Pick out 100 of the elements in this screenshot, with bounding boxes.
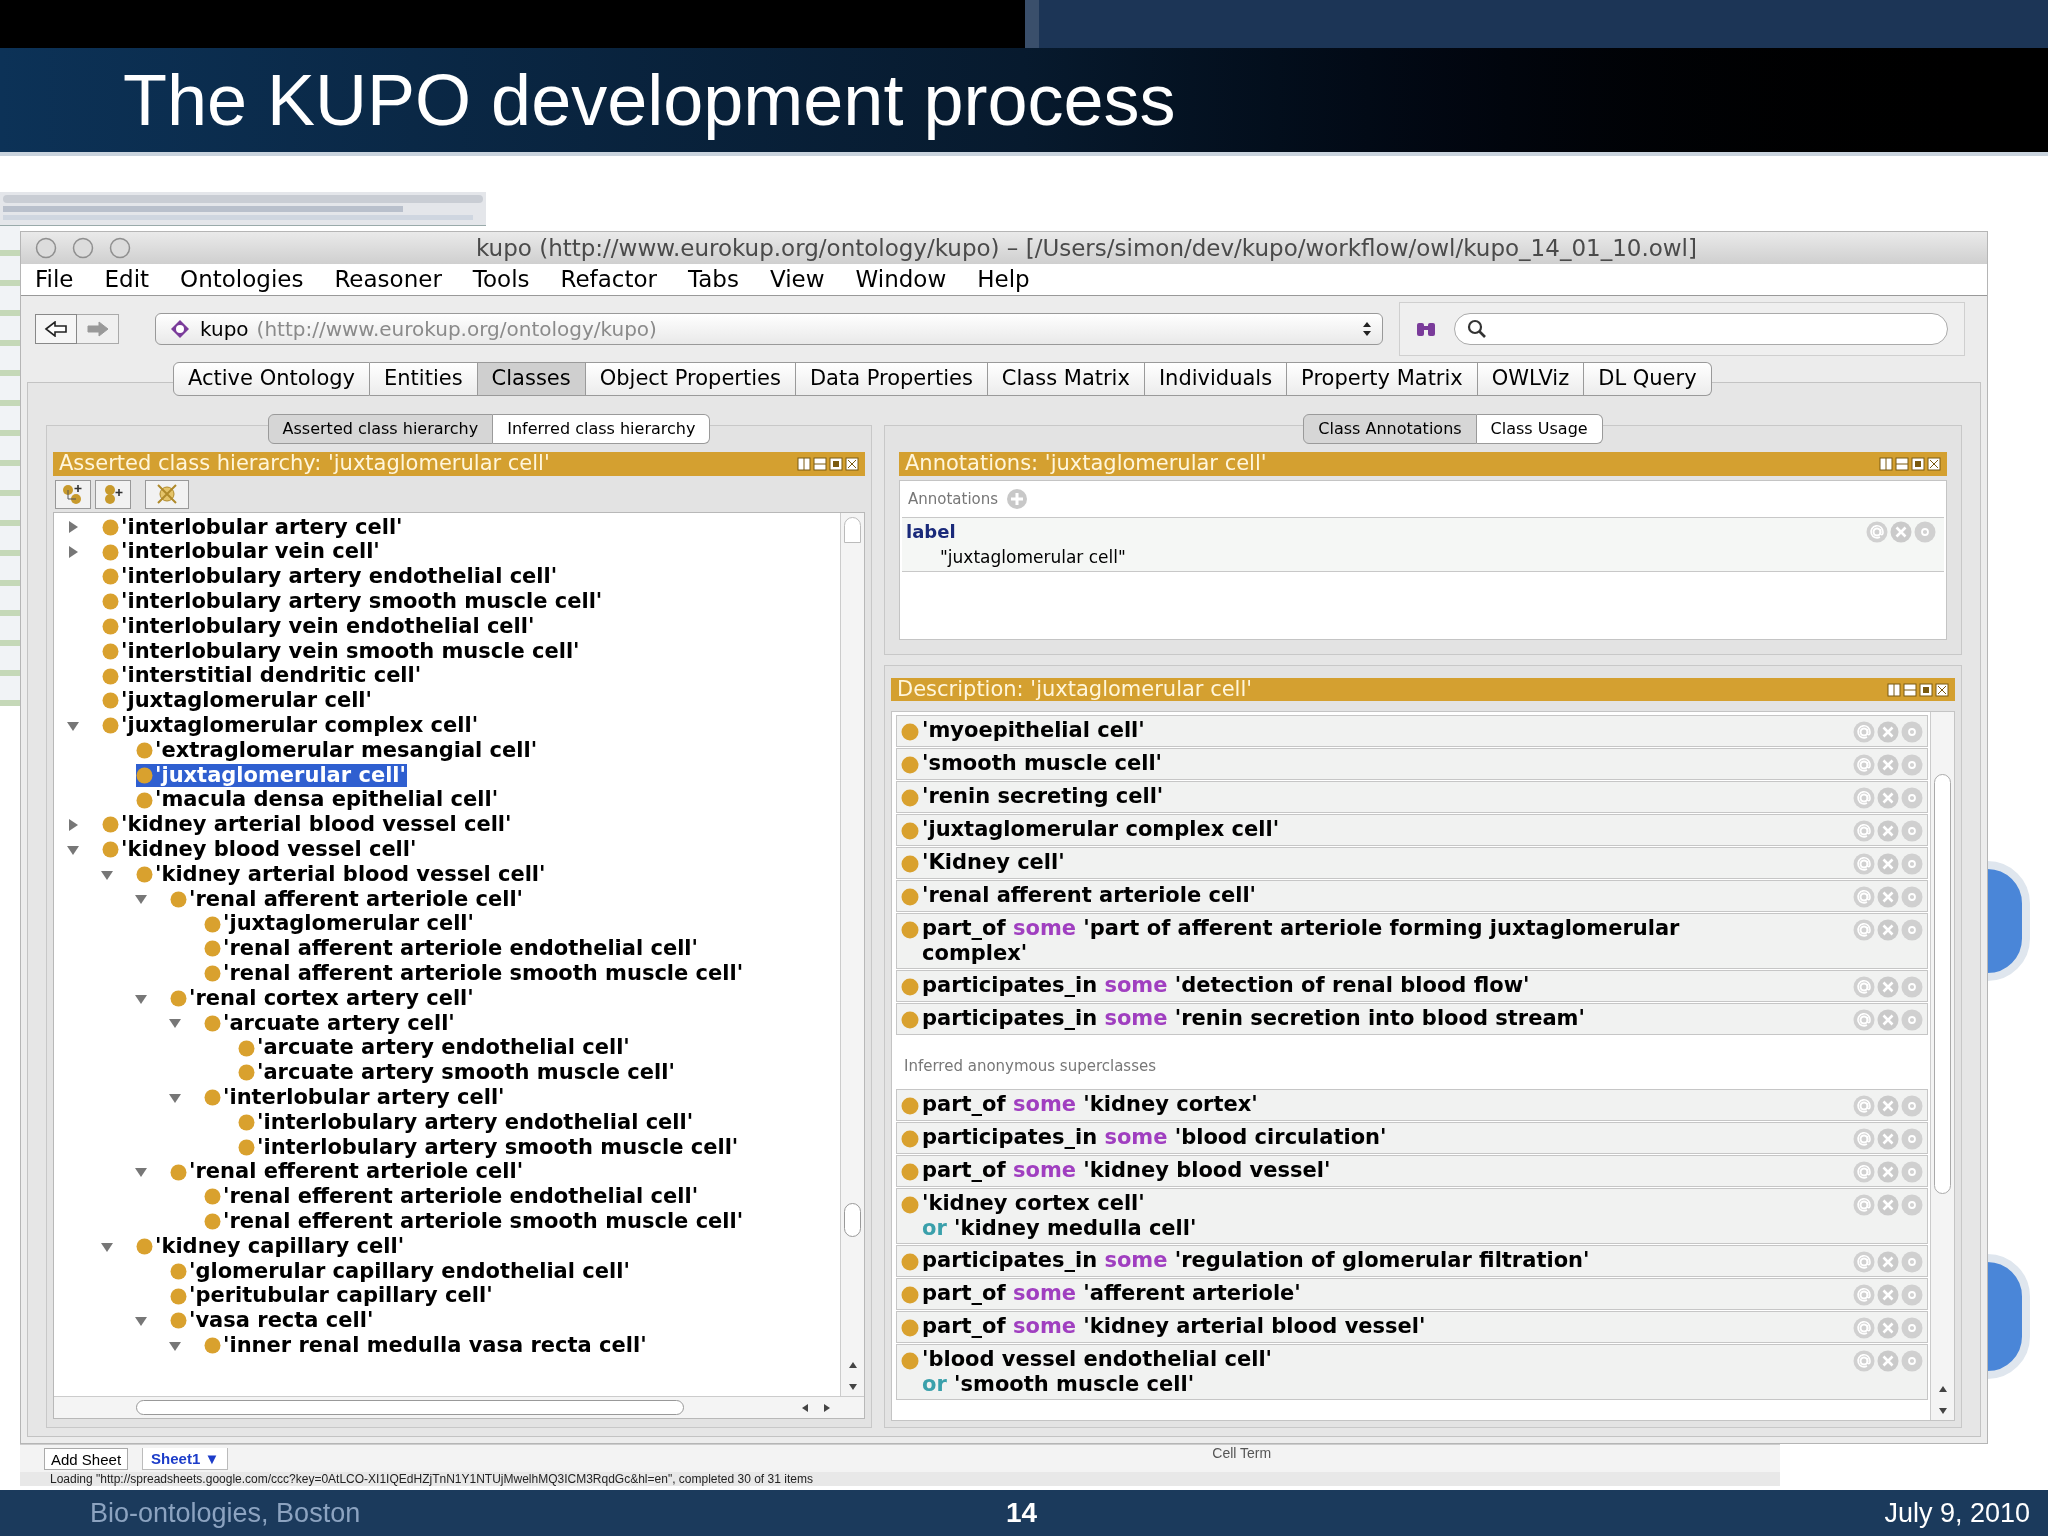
description-row[interactable]: 'kidney cortex cell' or 'kidney medulla cell' [896, 1188, 1928, 1244]
annotation-icon[interactable] [1853, 1194, 1875, 1216]
edit-icon[interactable] [1901, 1251, 1923, 1273]
annotation-icon[interactable] [1853, 853, 1875, 875]
tree-item[interactable]: 'renal cortex artery cell' [170, 987, 475, 1011]
delete-icon[interactable] [1877, 886, 1899, 908]
horizontal-scrollbar[interactable] [54, 1396, 864, 1418]
menu-item[interactable]: File [35, 262, 74, 297]
sheet-tab[interactable]: Sheet1 ▼ [142, 1447, 229, 1470]
edit-icon[interactable] [1901, 1350, 1923, 1372]
edit-icon[interactable] [1901, 1128, 1923, 1150]
view-tab[interactable]: Class Usage [1476, 414, 1603, 444]
scrollbar-thumb[interactable] [1934, 774, 1951, 1194]
menu-item[interactable]: Ontologies [180, 262, 304, 297]
view-tab[interactable]: Asserted class hierarchy [267, 414, 494, 444]
delete-icon[interactable] [1877, 1317, 1899, 1339]
tree-item[interactable]: 'interlobular vein cell' [102, 540, 381, 564]
annotation-icon[interactable] [1853, 1251, 1875, 1273]
menu-item[interactable]: View [769, 262, 825, 297]
tree-item[interactable]: 'renal efferent arteriole smooth muscle cell' [204, 1210, 745, 1234]
delete-icon[interactable] [1877, 919, 1899, 941]
description-row[interactable]: 'renin secreting cell' [896, 781, 1928, 813]
back-button[interactable] [35, 314, 77, 344]
binoculars-icon[interactable] [1416, 320, 1436, 338]
edit-icon[interactable] [1901, 976, 1923, 998]
menu-item[interactable]: Tools [472, 262, 530, 297]
tree-item[interactable]: 'interlobulary artery endothelial cell' [102, 565, 559, 589]
edit-icon[interactable] [1901, 820, 1923, 842]
delete-icon[interactable] [1877, 1194, 1899, 1216]
tree-item[interactable]: 'juxtaglomerular cell' [204, 912, 475, 936]
delete-class-button[interactable] [145, 479, 189, 509]
tree-item[interactable]: 'arcuate artery cell' [204, 1011, 456, 1035]
collapsed-arrow-icon[interactable] [66, 520, 80, 535]
tab[interactable]: Class Matrix [987, 362, 1145, 396]
tree-item[interactable]: 'juxtaglomerular cell' [136, 763, 407, 787]
edit-icon[interactable] [1901, 919, 1923, 941]
delete-icon[interactable] [1877, 1128, 1899, 1150]
tree-item[interactable]: 'juxtaglomerular cell' [102, 689, 373, 713]
annotation-icon[interactable] [1853, 919, 1875, 941]
tree-item[interactable]: 'interlobulary artery smooth muscle cell' [238, 1135, 740, 1159]
tree-item[interactable]: 'interlobulary artery smooth muscle cell' [102, 590, 604, 614]
view-tab[interactable]: Class Annotations [1303, 414, 1477, 444]
annotation-icon[interactable] [1853, 1161, 1875, 1183]
tree-item[interactable]: 'interlobular artery cell' [204, 1086, 506, 1110]
annotation-icon[interactable] [1853, 1095, 1875, 1117]
description-row[interactable]: 'smooth muscle cell' [896, 748, 1928, 780]
tree-item[interactable]: 'interstitial dendritic cell' [102, 664, 423, 688]
vertical-scrollbar[interactable] [1930, 712, 1954, 1420]
tab[interactable]: DL Query [1584, 362, 1712, 396]
tree-item[interactable]: 'kidney arterial blood vessel cell' [136, 863, 547, 887]
tree-item[interactable]: 'arcuate artery endothelial cell' [238, 1036, 631, 1060]
menu-item[interactable]: Reasoner [334, 262, 442, 297]
edit-icon[interactable] [1901, 1161, 1923, 1183]
delete-icon[interactable] [1877, 787, 1899, 809]
delete-icon[interactable] [1890, 521, 1912, 543]
edit-icon[interactable] [1901, 853, 1923, 875]
delete-icon[interactable] [1877, 1350, 1899, 1372]
search-field[interactable] [1454, 313, 1948, 345]
close-window-icon[interactable] [35, 237, 57, 259]
annotation-icon[interactable] [1853, 1350, 1875, 1372]
tree-item[interactable]: 'arcuate artery smooth muscle cell' [238, 1061, 676, 1085]
add-sibling-button[interactable] [95, 479, 131, 509]
minimize-window-icon[interactable] [72, 237, 94, 259]
tree-item[interactable]: 'interlobulary vein smooth muscle cell' [102, 639, 581, 663]
add-icon[interactable] [1006, 488, 1029, 510]
edit-icon[interactable] [1901, 754, 1923, 776]
view-controls-icon[interactable] [1879, 457, 1941, 471]
tree-item[interactable]: 'interlobulary artery endothelial cell' [238, 1111, 695, 1134]
description-row[interactable]: participates_in some 'detection of renal blood flow' [896, 970, 1928, 1002]
zoom-window-icon[interactable] [109, 237, 131, 259]
tree-item[interactable]: 'renal afferent arteriole cell' [170, 887, 525, 911]
view-controls-icon[interactable] [797, 457, 859, 471]
tree-item[interactable]: 'glomerular capillary endothelial cell' [170, 1259, 631, 1283]
description-row[interactable]: participates_in some 'renin secretion into blood stream' [896, 1003, 1928, 1035]
tab[interactable]: Active Ontology [173, 362, 370, 396]
edit-icon[interactable] [1901, 1194, 1923, 1216]
tree-item[interactable]: 'inner renal medulla vasa recta cell' [204, 1334, 648, 1358]
delete-icon[interactable] [1877, 754, 1899, 776]
tab[interactable]: Property Matrix [1287, 362, 1478, 396]
edit-icon[interactable] [1901, 1317, 1923, 1339]
annotation-icon[interactable] [1866, 521, 1888, 543]
description-row[interactable]: 'blood vessel endothelial cell' or 'smooth muscle cell' [896, 1344, 1928, 1400]
tree-item[interactable]: 'renal afferent arteriole smooth muscle cell' [204, 962, 745, 986]
view-controls-icon[interactable] [1887, 682, 1949, 697]
delete-icon[interactable] [1877, 1095, 1899, 1117]
description-row[interactable]: part_of some 'kidney blood vessel' [896, 1155, 1928, 1187]
tab[interactable]: Individuals [1144, 362, 1288, 396]
tree-item[interactable]: 'macula densa epithelial cell' [136, 788, 500, 812]
description-row[interactable]: part_of some 'afferent arteriole' [896, 1278, 1928, 1310]
tab[interactable]: OWLViz [1477, 362, 1585, 396]
collapsed-arrow-icon[interactable] [66, 817, 80, 832]
edit-icon[interactable] [1901, 721, 1923, 743]
ontology-selector[interactable]: kupo (http://www.eurokup.org/ontology/kupo) [155, 313, 1383, 345]
annotation-icon[interactable] [1853, 1009, 1875, 1031]
edit-icon[interactable] [1901, 1009, 1923, 1031]
annotation-icon[interactable] [1853, 1128, 1875, 1150]
menu-item[interactable]: Edit [104, 262, 150, 297]
vertical-scrollbar[interactable] [840, 513, 864, 1396]
view-tab[interactable]: Inferred class hierarchy [493, 414, 711, 444]
delete-icon[interactable] [1877, 1009, 1899, 1031]
